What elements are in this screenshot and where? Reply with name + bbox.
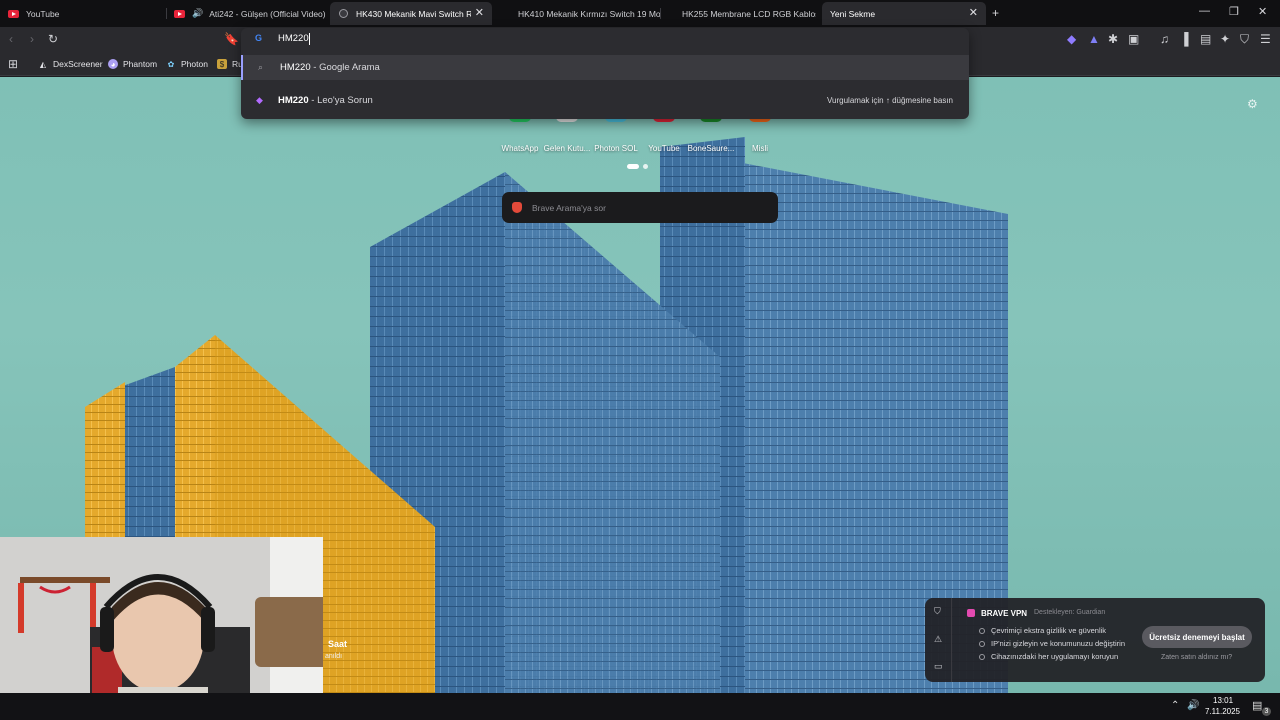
sidebar-icon[interactable]: ▐: [1180, 32, 1189, 46]
bookmark-icon: $: [217, 59, 227, 69]
brave-lion-icon: [512, 202, 522, 213]
apps-grid-icon[interactable]: ⊞: [8, 57, 18, 71]
bookmark-label: Photon: [181, 59, 208, 69]
suggestion-text: - Leo'ya Sorun: [308, 95, 373, 106]
bookmark-label: Phantom: [123, 59, 158, 69]
menu-icon[interactable]: ☰: [1260, 32, 1271, 46]
tray-chevron-icon[interactable]: ⌃: [1171, 700, 1179, 711]
vpn-already-bought-link[interactable]: Zaten satın aldınız mı?: [1161, 654, 1232, 661]
volume-icon[interactable]: 🔊: [1187, 700, 1199, 711]
speaker-icon: 🔊: [192, 8, 204, 18]
vpn-promo-card: ⛉ ⚠ ▭ BRAVE VPN Destekleyen: Guardian Çe…: [925, 598, 1265, 682]
suggestion-text: - Google Arama: [310, 62, 380, 73]
bookmark-label: DexScreener: [53, 59, 103, 69]
bookmark-dexscreener[interactable]: ◭ DexScreener: [38, 57, 103, 71]
suggestion-query: HM220: [278, 95, 309, 106]
window-close-icon[interactable]: ✕: [1258, 5, 1267, 18]
search-icon: ⌕: [258, 62, 264, 72]
tab-title: Ati242 - Gülşen (Official Video) -: [209, 8, 326, 19]
restore-icon[interactable]: ❐: [1229, 5, 1239, 18]
vpn-feature: Cihazınızdaki her uygulamayı koruyun: [979, 652, 1118, 661]
leo-icon: ◆: [256, 95, 263, 105]
clock-date: 7.11.2025: [1205, 707, 1240, 716]
globe-icon: [338, 9, 349, 18]
tab-hk255[interactable]: HK255 Membrane LCD RGB Kablosuz: [674, 2, 816, 25]
vpn-feature: IP'nizi gizleyin ve konumunuzu değiştiri…: [979, 639, 1125, 648]
rewards-icon[interactable]: ▲: [1088, 32, 1100, 46]
tab-hk430[interactable]: HK430 Mekanik Mavi Switch RGB ✕: [330, 2, 492, 25]
vpn-title: BRAVE VPN: [981, 609, 1028, 618]
tab-title: HK430 Mekanik Mavi Switch RGB: [356, 8, 471, 19]
brave-search-box[interactable]: [502, 192, 778, 223]
google-icon: G: [255, 33, 263, 43]
shortcut-label: WhatsApp: [501, 144, 539, 153]
vpn-tag: Destekleyen: Guardian: [1034, 609, 1106, 616]
tab-title: YouTube: [26, 8, 60, 19]
page-dot[interactable]: [643, 164, 648, 169]
wallet-icon[interactable]: ▣: [1128, 32, 1139, 46]
bookmark-icon[interactable]: 🔖: [224, 32, 239, 46]
shield-icon[interactable]: ⛉: [934, 606, 941, 617]
clock-time: 13:01: [1213, 696, 1234, 705]
dexscreener-icon: ◭: [39, 59, 47, 69]
shield-icon[interactable]: ⛉: [1240, 32, 1249, 46]
warning-icon[interactable]: ⚠: [934, 634, 942, 645]
tab-new[interactable]: Yeni Sekme ✕: [822, 2, 986, 25]
shortcut-label: YouTube: [648, 144, 680, 153]
suggestion-hint: Vurgulamak için ↑ düğmesine basın: [827, 96, 953, 105]
suggestion-google[interactable]: ⌕ HM220 - Google Arama: [241, 55, 969, 80]
bookmark-ru[interactable]: $ Ru: [217, 57, 243, 71]
bookmark-phantom[interactable]: ◕ Phantom: [108, 57, 157, 71]
leo-icon[interactable]: ◆: [1067, 32, 1076, 46]
shortcut-label: BoneSaure...: [687, 144, 735, 153]
vpn-trial-button[interactable]: Ücretsiz denemeyi başlat: [1142, 626, 1252, 648]
forward-icon[interactable]: ›: [30, 32, 34, 46]
media-icon[interactable]: ♫: [1160, 32, 1169, 46]
video-icon[interactable]: ▭: [934, 661, 943, 672]
shortcut-label: Gelen Kutu...: [543, 144, 591, 153]
extensions-icon[interactable]: ✱: [1108, 32, 1118, 46]
sign-text: Saat: [328, 639, 348, 649]
tab-title: Yeni Sekme: [830, 8, 876, 19]
notification-badge: 3: [1262, 707, 1271, 716]
close-tab-icon[interactable]: ✕: [969, 7, 978, 19]
close-tab-icon[interactable]: ✕: [475, 7, 484, 19]
bookmark-photon[interactable]: ✿ Photon: [166, 57, 208, 71]
new-tab-icon[interactable]: +: [992, 6, 999, 20]
tab-title: HK410 Mekanik Kırmızı Switch 19 Mo: [518, 8, 660, 19]
brave-search-input[interactable]: [532, 202, 772, 213]
youtube-icon: [8, 9, 19, 18]
taskbar: [0, 693, 1280, 720]
suggestion-leo[interactable]: ◆ HM220 - Leo'ya Sorun Vurgulamak için ↑…: [241, 88, 969, 113]
notifications-icon[interactable]: ▤: [1252, 699, 1262, 712]
tab-ati242[interactable]: 🔊 Ati242 - Gülşen (Official Video) -: [166, 2, 326, 25]
page-dot-active[interactable]: [627, 164, 639, 169]
photon-icon: ✿: [167, 59, 175, 69]
vpn-feature: Çevrimiçi ekstra gizlilik ve güvenlik: [979, 626, 1106, 635]
tab-youtube[interactable]: YouTube: [0, 2, 160, 25]
back-icon[interactable]: ‹: [9, 32, 13, 46]
phantom-icon: ◕: [108, 59, 118, 69]
reload-icon[interactable]: ↻: [48, 32, 58, 46]
ai-icon[interactable]: ✦: [1220, 32, 1230, 46]
crypto-wallet-icon[interactable]: ▤: [1200, 32, 1211, 46]
sign-subtext: anıldı: [325, 653, 343, 660]
text-cursor: [309, 33, 310, 45]
minimize-icon[interactable]: —: [1199, 5, 1210, 17]
shortcut-label: Misli: [752, 144, 768, 153]
tab-title: HK255 Membrane LCD RGB Kablosuz: [682, 8, 816, 19]
shortcut-label: Photon SOL: [594, 144, 638, 153]
address-input[interactable]: HM220: [278, 33, 309, 44]
settings-gear-icon[interactable]: ⚙: [1247, 97, 1258, 111]
youtube-icon: [174, 9, 185, 18]
suggestion-query: HM220: [280, 62, 311, 73]
tab-hk410[interactable]: HK410 Mekanik Kırmızı Switch 19 Mo: [510, 2, 660, 25]
vpn-logo-icon: [967, 609, 975, 617]
